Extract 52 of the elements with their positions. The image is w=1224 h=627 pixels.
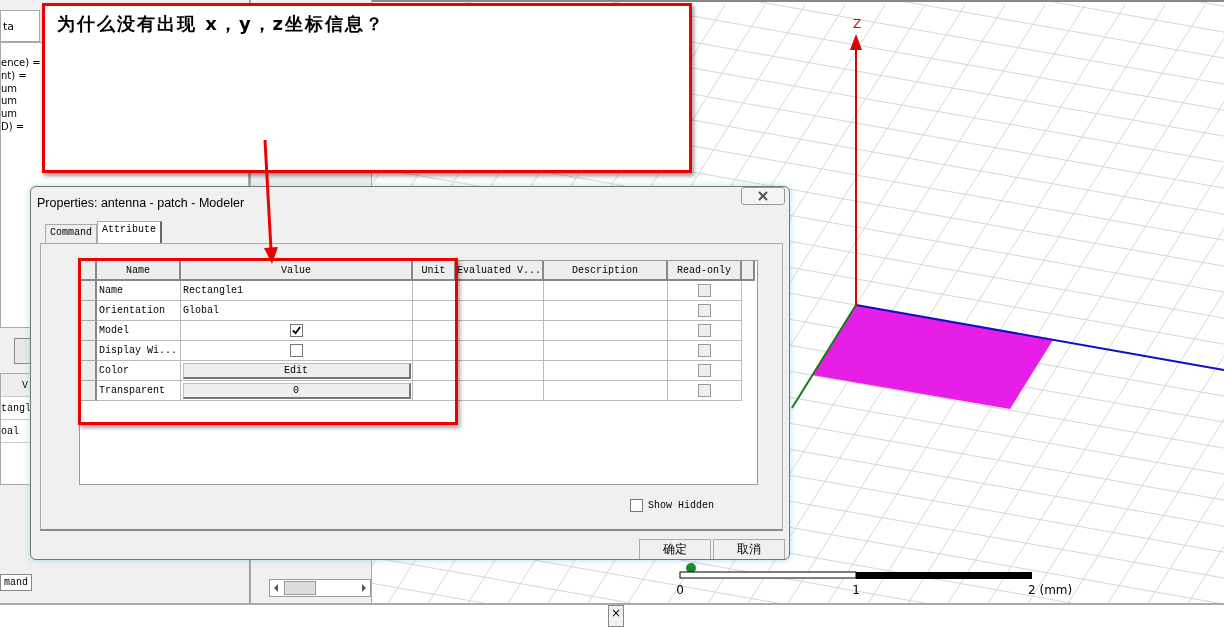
- checkbox-label: Show Hidden: [648, 500, 714, 512]
- checkbox[interactable]: [290, 344, 303, 358]
- checkbox[interactable]: [290, 324, 303, 338]
- read-only-checkbox[interactable]: [698, 324, 711, 338]
- close-button[interactable]: ×: [608, 605, 624, 627]
- column-header[interactable]: Read-only: [668, 261, 742, 282]
- checkbox[interactable]: [630, 499, 643, 513]
- horizontal-scrollbar[interactable]: [269, 579, 371, 597]
- dialog-tab[interactable]: Command: [45, 224, 97, 244]
- table-cell: Name: [97, 281, 181, 302]
- table-cell: Rectangle1: [181, 281, 413, 302]
- table-cell: tangl: [1, 402, 31, 414]
- axis-label: Z: [853, 17, 862, 31]
- table-cell: oal: [1, 425, 19, 437]
- property-text: um: [1, 82, 19, 96]
- panel-tab[interactable]: mand: [0, 574, 32, 591]
- column-header[interactable]: Value: [181, 261, 413, 282]
- table-cell: Transparent: [97, 381, 181, 402]
- dialog-button[interactable]: 确定: [639, 539, 711, 559]
- scale-label: 2 (mm): [1028, 583, 1073, 597]
- table-cell: Color: [97, 361, 181, 382]
- read-only-checkbox[interactable]: [698, 284, 711, 298]
- property-text: um: [1, 108, 19, 121]
- read-only-checkbox[interactable]: [698, 364, 711, 378]
- property-text: D) =: [1, 121, 26, 134]
- column-header[interactable]: Description: [544, 261, 668, 282]
- value-button[interactable]: Edit: [182, 362, 411, 379]
- table-cell: Orientation: [97, 301, 181, 322]
- read-only-checkbox[interactable]: [698, 384, 711, 398]
- property-text: um: [1, 95, 19, 109]
- table-cell: Display Wi...: [97, 341, 181, 362]
- close-icon: [758, 191, 768, 202]
- column-header[interactable]: Name: [97, 261, 181, 282]
- dialog-button[interactable]: 取消: [713, 539, 785, 559]
- column-header[interactable]: Evaluated V...: [456, 261, 544, 282]
- property-text: ence) =: [1, 57, 42, 70]
- property-text: nt) =: [1, 69, 28, 83]
- panel-tab[interactable]: ta: [0, 10, 40, 42]
- dialog-tab[interactable]: Attribute: [97, 221, 163, 244]
- scale-label: 0: [676, 583, 684, 597]
- table-cell: Global: [181, 301, 413, 322]
- dialog-title: Properties: antenna - patch - Modeler: [37, 196, 245, 211]
- read-only-checkbox[interactable]: [698, 344, 711, 358]
- column-header: V: [22, 379, 28, 391]
- header-filler: [742, 261, 755, 282]
- table-cell: Model: [97, 321, 181, 342]
- checkmark-icon: [292, 326, 301, 336]
- read-only-checkbox[interactable]: [698, 304, 711, 318]
- column-header[interactable]: Unit: [413, 261, 456, 282]
- value-button[interactable]: 0: [182, 382, 411, 399]
- close-button[interactable]: [741, 187, 785, 206]
- scale-label: 1: [852, 583, 860, 597]
